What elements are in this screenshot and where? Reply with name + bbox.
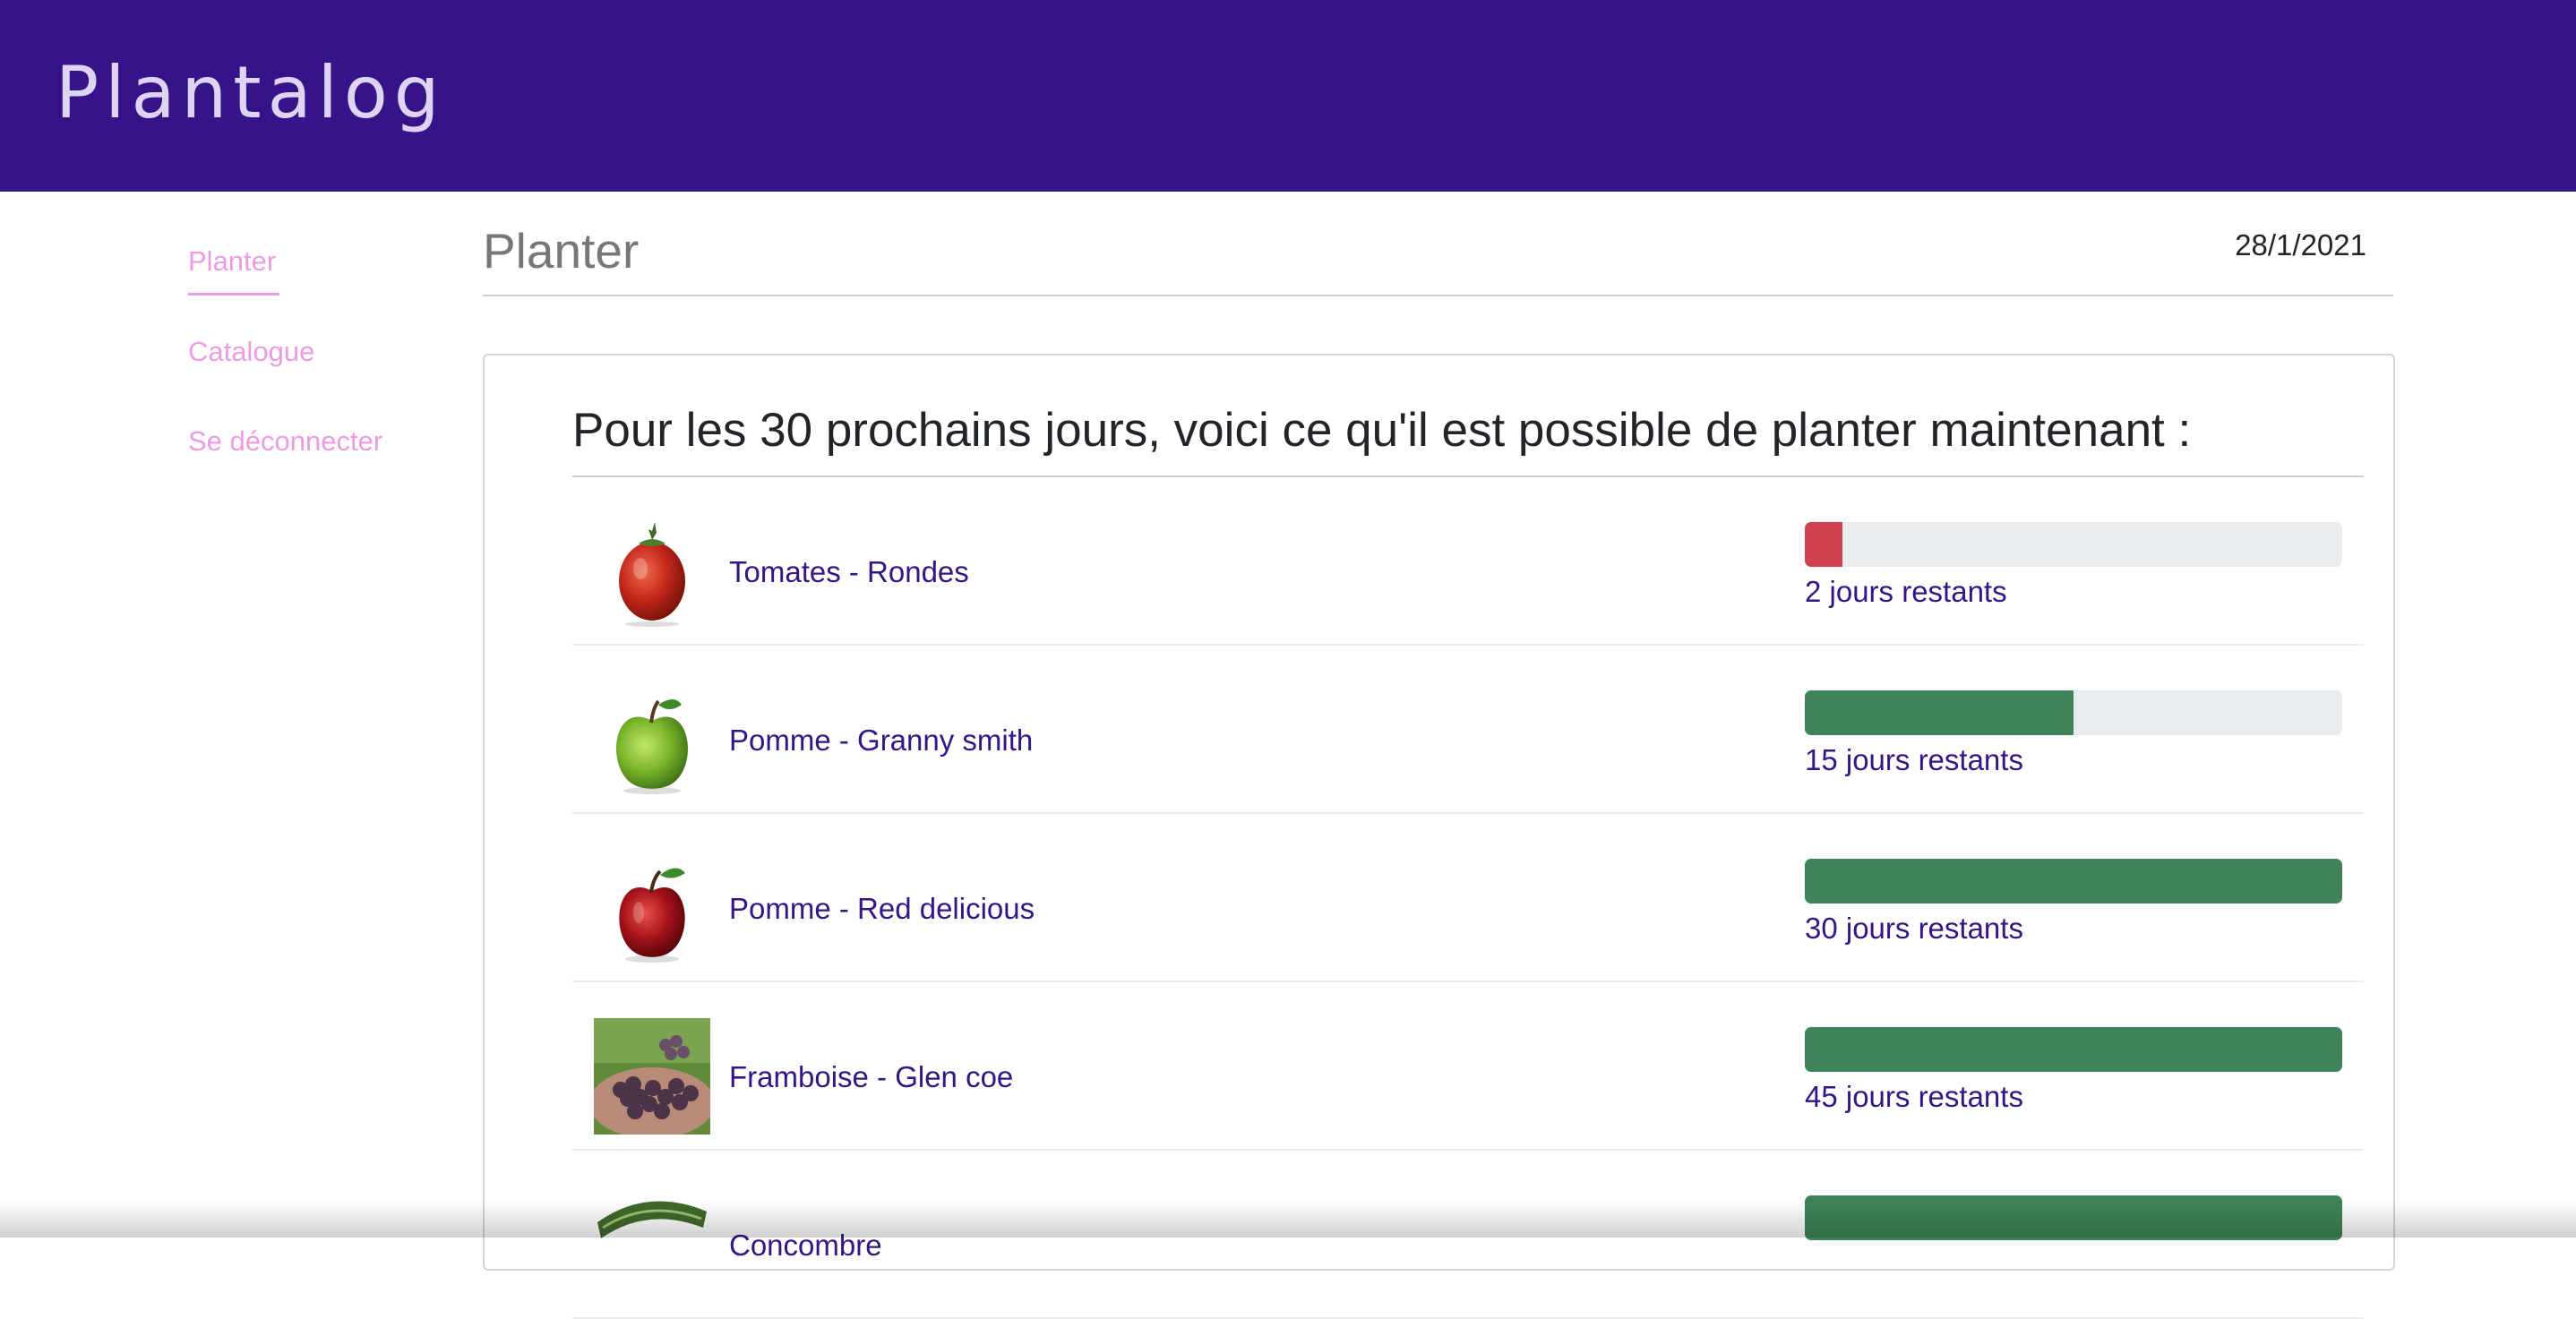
progress-fill [1805,522,1842,567]
top-navbar: Plantalog [0,0,2576,192]
raspberry-image [594,1018,710,1135]
progress-fill [1805,1195,2342,1240]
plant-link-framboise[interactable]: Framboise - Glen coe [729,1058,1013,1097]
plant-link-red-delicious[interactable]: Pomme - Red delicious [729,889,1035,929]
days-remaining: 30 jours restants [1805,912,2023,945]
days-remaining: 2 jours restants [1805,575,2007,608]
plant-row: Pomme - Granny smith 15 jours restants [572,646,2364,814]
planting-card: Pour les 30 prochains jours, voici ce qu… [483,354,2395,1319]
plant-link-tomates[interactable]: Tomates - Rondes [729,552,969,592]
progress-fill [1805,690,2074,735]
progress-bar [1805,859,2342,904]
days-remaining: 45 jours restants [1805,1080,2023,1113]
progress-fill [1805,1027,2342,1072]
progress-fill [1805,859,2342,904]
days-remaining: 15 jours restants [1805,743,2023,776]
title-divider [483,295,2393,296]
card-heading: Pour les 30 prochains jours, voici ce qu… [572,404,2192,457]
brand-title[interactable]: Plantalog [56,50,446,136]
sidebar-item-logout[interactable]: Se déconnecter [188,420,385,463]
page-title: Planter [483,223,640,278]
red-apple-image [619,868,685,963]
plant-row: Framboise - Glen coe 45 jours restants [572,982,2364,1151]
plant-row: Concombre [572,1151,2364,1319]
cucumber-image [597,1201,707,1238]
progress-bar [1805,1027,2342,1072]
plant-row: Tomates - Rondes 2 jours restants [572,477,2364,646]
green-apple-image [616,699,688,794]
plant-link-concombre[interactable]: Concombre [729,1226,882,1265]
progress-bar [1805,1195,2342,1240]
current-date: 28/1/2021 [2235,228,2366,261]
plant-list: Tomates - Rondes 2 jours restants Pomme … [572,477,2364,1319]
sidebar-item-planter[interactable]: Planter [188,240,280,295]
plant-row: Pomme - Red delicious 30 jours restants [572,814,2364,982]
plant-link-granny-smith[interactable]: Pomme - Granny smith [729,721,1033,760]
progress-bar [1805,690,2342,735]
tomato-image [619,522,685,627]
progress-bar [1805,522,2342,567]
sidebar-item-catalogue[interactable]: Catalogue [188,330,314,373]
